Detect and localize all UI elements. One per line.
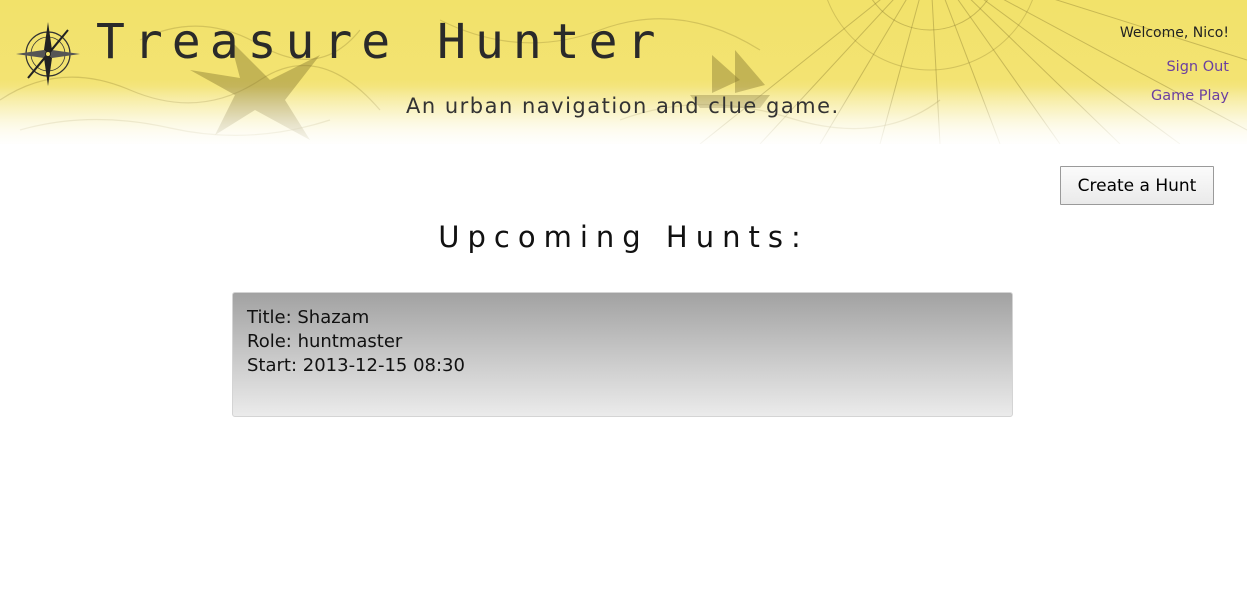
game-play-link[interactable]: Game Play: [1120, 86, 1229, 106]
site-title: Treasure Hunter: [96, 14, 665, 70]
create-hunt-button[interactable]: Create a Hunt: [1060, 166, 1214, 205]
sign-out-link[interactable]: Sign Out: [1120, 57, 1229, 77]
compass-rose-icon: [16, 22, 80, 86]
upcoming-hunts-heading: Upcoming Hunts:: [438, 220, 809, 254]
user-nav: Welcome, Nico! Sign Out Game Play: [1120, 23, 1229, 106]
hunt-card[interactable]: Title: Shazam Role: huntmaster Start: 20…: [232, 292, 1013, 417]
hunt-start: Start: 2013-12-15 08:30: [247, 355, 465, 376]
hunt-role: Role: huntmaster: [247, 331, 403, 352]
hunt-title: Title: Shazam: [247, 307, 370, 328]
welcome-message: Welcome, Nico!: [1119, 25, 1229, 41]
header-banner: Treasure Hunter An urban navigation and …: [0, 0, 1247, 144]
site-tagline: An urban navigation and clue game.: [406, 94, 840, 118]
